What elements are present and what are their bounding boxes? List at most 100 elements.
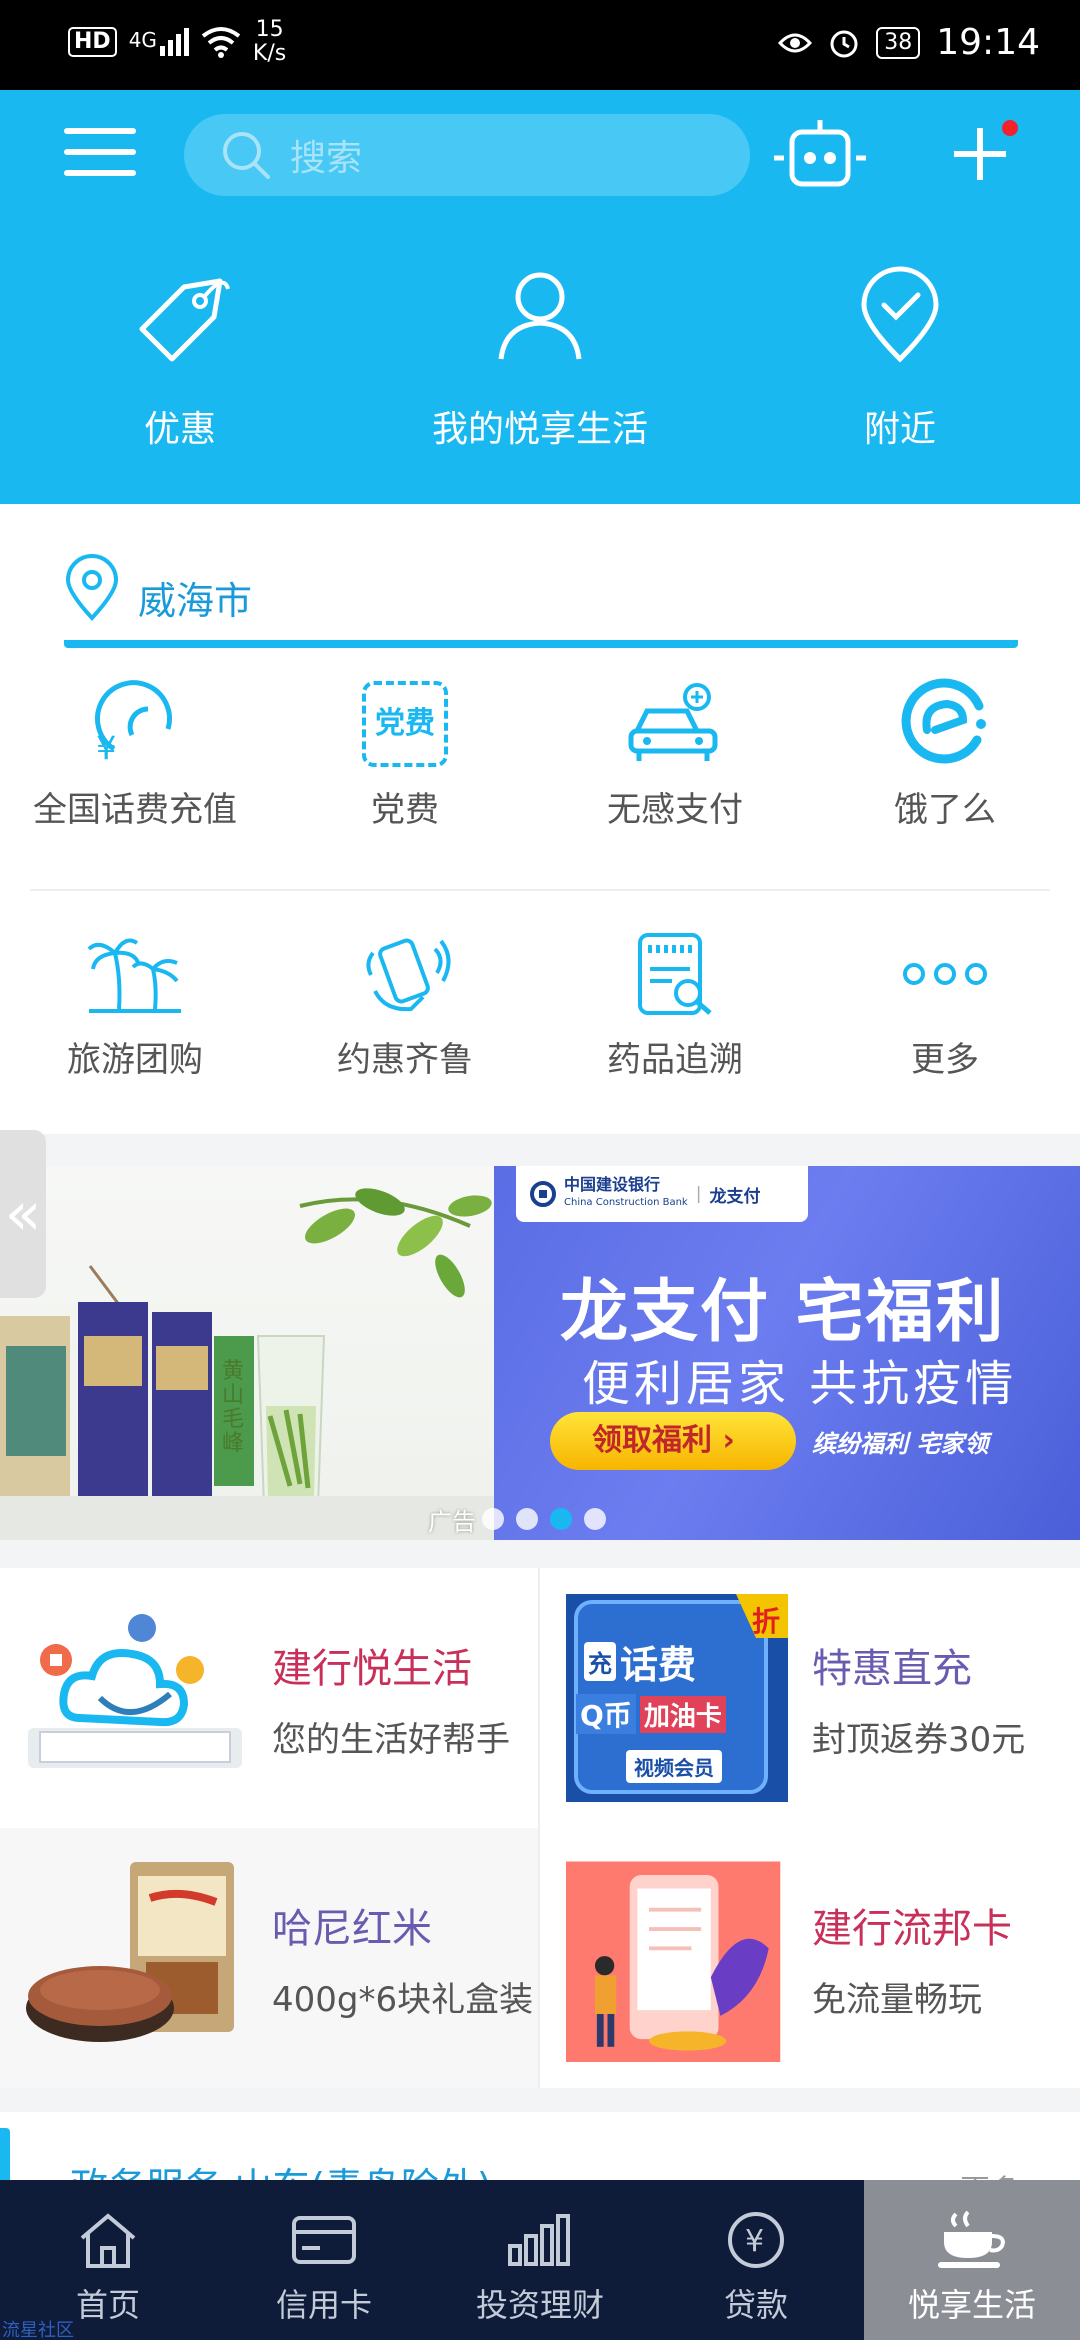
card-title: 建行流邦卡 xyxy=(812,1906,1012,1952)
svg-text:¥: ¥ xyxy=(745,2224,764,2259)
tab-label: 贷款 xyxy=(723,2286,788,2324)
poster-charge-tag: 充 xyxy=(584,1642,616,1681)
service-party-fee[interactable]: 党费 党费 xyxy=(270,674,540,832)
service-eleme[interactable]: 饿了么 xyxy=(810,674,1080,832)
service-label: 药品追溯 xyxy=(607,1040,743,1080)
notification-dot xyxy=(1000,118,1020,138)
search-placeholder: 搜索 xyxy=(290,138,363,179)
carousel-dot[interactable] xyxy=(482,1508,504,1530)
hand-phone-icon xyxy=(366,938,451,1012)
battery-indicator: 38 xyxy=(876,26,921,59)
phone-illustration xyxy=(566,1861,781,2062)
grid-divider xyxy=(30,889,1050,891)
tea-ad-slide: 黄山毛峰 xyxy=(0,1166,494,1540)
service-label: 旅游团购 xyxy=(67,1040,203,1080)
card-recharge[interactable]: 折 充 话费 Q币 加油卡 视频会员 特惠直充 封顶返券30元 xyxy=(540,1568,1080,1828)
card-ccb-life[interactable]: 建行悦生活 您的生活好帮手 xyxy=(0,1568,540,1828)
medicine-trace-icon xyxy=(638,933,712,1015)
tea-label: 黄山毛峰 xyxy=(222,1359,245,1456)
network-speed: 15 K/s xyxy=(253,18,286,66)
ad-banner[interactable]: 黄山毛峰 中国建设银行 China Construction Bank | 龙支… xyxy=(0,1166,1080,1540)
menu-line xyxy=(64,170,136,176)
carousel-dots xyxy=(482,1508,606,1530)
watermark: 流星社区 xyxy=(2,2320,74,2340)
ccb-promo-slide: 中国建设银行 China Construction Bank | 龙支付 龙支付… xyxy=(494,1166,1080,1540)
location-check-icon xyxy=(861,266,939,363)
services-card: 威海市 ¥ 全国话费充值 党费 党费 无感支付 饿了么 旅游团购 约惠齐鲁 药品… xyxy=(0,504,1080,1134)
service-phone-recharge[interactable]: ¥ 全国话费充值 xyxy=(0,674,270,832)
car-pay-icon xyxy=(628,683,718,761)
robot-assistant-button[interactable] xyxy=(770,116,870,196)
service-travel[interactable]: 旅游团购 xyxy=(0,924,270,1082)
menu-line xyxy=(64,149,136,155)
more-icon xyxy=(903,963,987,985)
promo-tagline: 缤纷福利 宅家领 xyxy=(812,1430,989,1458)
tab-label: 投资理财 xyxy=(475,2286,604,2324)
carousel-dot-active[interactable] xyxy=(550,1508,572,1530)
carousel-dot[interactable] xyxy=(584,1508,606,1530)
service-label: 党费 xyxy=(371,790,439,830)
add-button[interactable] xyxy=(944,118,1020,190)
speed-unit: K/s xyxy=(252,41,287,66)
menu-button[interactable] xyxy=(64,128,136,188)
city-name: 威海市 xyxy=(138,579,253,623)
card-title: 哈尼红米 xyxy=(272,1906,432,1952)
poster-fuel-card: 加油卡 xyxy=(639,1695,726,1733)
location-selector[interactable]: 威海市 xyxy=(64,554,1018,648)
promo-headline: 龙支付 宅福利 xyxy=(560,1273,1006,1352)
tab-life[interactable]: 悦享生活 xyxy=(864,2180,1080,2340)
cloud-tablet-illustration xyxy=(28,1614,242,1768)
card-liubang[interactable]: 建行流邦卡 免流量畅玩 xyxy=(540,1828,1080,2088)
tab-loan[interactable]: ¥ 贷款 xyxy=(648,2180,864,2340)
service-label: 无感支付 xyxy=(607,790,743,830)
card-red-rice[interactable]: 哈尼红米 400g*6块礼盒装 xyxy=(0,1828,540,2088)
tab-credit-card[interactable]: 信用卡 xyxy=(216,2180,432,2340)
poster-row-1: 充 话费 xyxy=(584,1634,696,1689)
eye-icon xyxy=(778,33,813,52)
card-title: 建行悦生活 xyxy=(272,1646,472,1692)
side-drawer-handle[interactable]: « xyxy=(0,1130,46,1298)
poster-row-2: Q币 加油卡 xyxy=(576,1694,726,1734)
poster-phone-bill: 话费 xyxy=(620,1643,697,1687)
clock: 19:14 xyxy=(936,22,1040,63)
tab-investment[interactable]: 投资理财 xyxy=(432,2180,648,2340)
status-left: HD 4G 15 K/s xyxy=(68,18,286,66)
service-medicine-trace[interactable]: 药品追溯 xyxy=(540,924,810,1082)
top-category-label: 附近 xyxy=(863,409,936,450)
bank-name-cn: 中国建设银行 xyxy=(564,1175,661,1194)
promo-cards: 建行悦生活 您的生活好帮手 折 充 话费 Q币 加油卡 视频会员 特惠直充 封顶… xyxy=(0,1568,1080,2088)
search-input[interactable]: 搜索 xyxy=(184,114,750,196)
double-chevron-left-icon: « xyxy=(4,1179,42,1249)
status-right: 38 19:14 xyxy=(778,22,1040,63)
service-yuehui[interactable]: 约惠齐鲁 xyxy=(270,924,540,1082)
recharge-poster: 折 充 话费 Q币 加油卡 视频会员 xyxy=(566,1594,788,1802)
top-category-my-life[interactable]: 我的悦享生活 xyxy=(390,260,690,452)
tab-label: 悦享生活 xyxy=(907,2286,1036,2324)
service-label: 更多 xyxy=(911,1040,979,1080)
top-category-discount[interactable]: 优惠 xyxy=(30,260,330,452)
service-more[interactable]: 更多 xyxy=(810,924,1080,1082)
service-car-pay[interactable]: 无感支付 xyxy=(540,674,810,832)
party-fee-icon-text: 党费 xyxy=(375,706,435,741)
tab-label: 信用卡 xyxy=(275,2286,372,2324)
alarm-icon xyxy=(830,30,858,57)
pay-brand: 龙支付 xyxy=(709,1186,761,1207)
network-type: 4G xyxy=(128,28,157,52)
red-rice-bag-illustration xyxy=(26,1862,234,2042)
service-label: 约惠齐鲁 xyxy=(337,1040,473,1080)
bottom-tab-bar: 首页 信用卡 投资理财 ¥ 贷款 悦享生活 xyxy=(0,2180,1080,2340)
user-icon xyxy=(498,272,582,360)
card-subtitle: 400g*6块礼盒装 xyxy=(272,1980,534,2020)
top-category-nearby[interactable]: 附近 xyxy=(750,260,1050,452)
credit-card-icon xyxy=(292,2216,356,2264)
eleme-icon xyxy=(901,678,986,764)
palm-tree-icon xyxy=(87,938,181,1013)
card-subtitle: 您的生活好帮手 xyxy=(272,1720,510,1760)
claim-benefit-button[interactable]: 领取福利 › xyxy=(550,1412,796,1470)
header: 搜索 优惠 我的悦享生活 附近 xyxy=(0,90,1080,504)
location-pin-icon xyxy=(65,554,119,621)
carousel-dot[interactable] xyxy=(516,1508,538,1530)
tea-illustration xyxy=(0,1188,494,1540)
bar-chart-icon xyxy=(508,2214,570,2266)
home-icon xyxy=(80,2213,136,2268)
